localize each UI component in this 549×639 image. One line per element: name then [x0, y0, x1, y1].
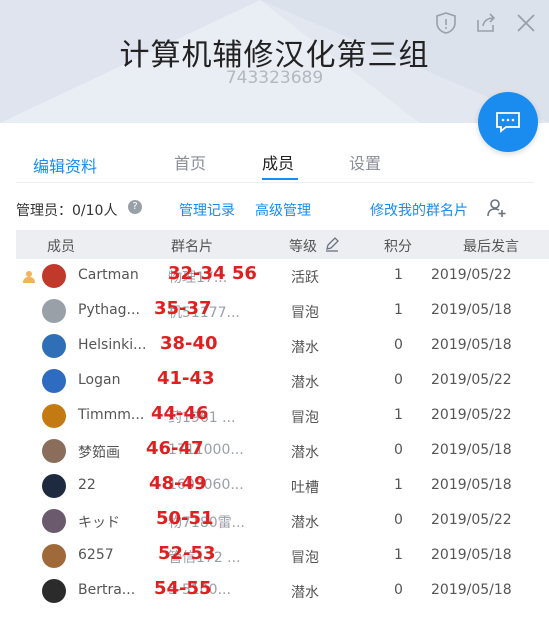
- red-annotation: 32-34 56: [168, 263, 257, 284]
- member-level: 潜水: [291, 340, 319, 356]
- owner-icon: [22, 269, 36, 287]
- avatar[interactable]: [42, 579, 66, 603]
- member-name: Pythag...: [78, 302, 140, 318]
- table-row[interactable]: Helsinki... 潜水 0 2019/05/18 38-40: [0, 329, 549, 364]
- member-last-speak: 2019/05/18: [431, 582, 512, 598]
- member-name: Cartman: [78, 267, 139, 283]
- table-row[interactable]: キッド 物7180雷... 潜水 0 2019/05/22 50-51: [0, 504, 549, 539]
- message-icon: [496, 112, 520, 133]
- avatar[interactable]: [42, 474, 66, 498]
- member-table-header: 成员 群名片 等级 积分 最后发言: [16, 230, 549, 259]
- member-points: 0: [394, 442, 403, 458]
- col-card[interactable]: 群名片: [171, 236, 213, 256]
- member-name: キッド: [78, 515, 120, 531]
- shield-icon[interactable]: [433, 10, 459, 36]
- member-toolbar: 管理员：0/10人 ? 管理记录 高级管理 修改我的群名片: [0, 198, 549, 220]
- red-annotation: 44-46: [151, 403, 209, 424]
- red-annotation: 41-43: [157, 368, 215, 389]
- avatar[interactable]: [42, 509, 66, 533]
- group-header: 计算机辅修汉化第三组 743323689: [0, 0, 549, 123]
- member-level: 吐槽: [291, 480, 319, 496]
- member-name: 6257: [78, 547, 114, 563]
- member-points: 0: [394, 582, 403, 598]
- member-level: 潜水: [291, 515, 319, 531]
- avatar[interactable]: [42, 369, 66, 393]
- red-annotation: 48-49: [149, 473, 207, 494]
- active-tab-indicator: [262, 178, 298, 180]
- tab-settings[interactable]: 设置: [349, 150, 381, 174]
- red-annotation: 38-40: [160, 333, 218, 354]
- member-points: 0: [394, 337, 403, 353]
- avatar[interactable]: [42, 544, 66, 568]
- member-last-speak: 2019/05/18: [431, 302, 512, 318]
- member-name: 梦筎画: [78, 445, 120, 461]
- member-level: 冒泡: [291, 305, 319, 321]
- member-level: 潜水: [291, 445, 319, 461]
- add-member-icon[interactable]: [486, 198, 508, 218]
- member-name: Logan: [78, 372, 121, 388]
- group-id: 743323689: [225, 68, 324, 88]
- member-points: 1: [394, 407, 403, 423]
- member-list: Cartman 物理17... 活跃 1 2019/05/22 32-34 56 Pytha…: [0, 259, 549, 609]
- member-last-speak: 2019/05/22: [431, 407, 512, 423]
- member-last-speak: 2019/05/18: [431, 442, 512, 458]
- table-row[interactable]: Timmm... 药1961 ... 冒泡 1 2019/05/22 44-46: [0, 399, 549, 434]
- member-points: 1: [394, 477, 403, 493]
- manager-count: 管理员：0/10人: [16, 203, 118, 219]
- member-level: 活跃: [291, 270, 319, 286]
- send-message-button[interactable]: [478, 92, 538, 152]
- avatar[interactable]: [42, 334, 66, 358]
- pencil-icon[interactable]: [324, 236, 340, 256]
- table-row[interactable]: Logan 潜水 0 2019/05/22 41-43: [0, 364, 549, 399]
- table-row[interactable]: 22 1603060... 吐槽 1 2019/05/18 48-49: [0, 469, 549, 504]
- avatar[interactable]: [42, 299, 66, 323]
- member-last-speak: 2019/05/22: [431, 512, 512, 528]
- col-level[interactable]: 等级: [289, 236, 317, 256]
- member-level: 冒泡: [291, 410, 319, 426]
- share-icon[interactable]: [473, 10, 499, 36]
- member-points: 1: [394, 547, 403, 563]
- avatar[interactable]: [42, 439, 66, 463]
- member-last-speak: 2019/05/22: [431, 267, 512, 283]
- red-annotation: 35-37: [154, 298, 212, 319]
- red-annotation: 52-53: [158, 543, 216, 564]
- avatar[interactable]: [42, 264, 66, 288]
- col-last-speak[interactable]: 最后发言: [463, 236, 519, 256]
- member-name: 22: [78, 477, 96, 493]
- col-member[interactable]: 成员: [47, 236, 75, 256]
- red-annotation: 46-47: [146, 438, 204, 459]
- member-level: 冒泡: [291, 550, 319, 566]
- table-row[interactable]: 梦筎画 1711000... 潜水 0 2019/05/18 46-47: [0, 434, 549, 469]
- avatar[interactable]: [42, 404, 66, 428]
- member-last-speak: 2019/05/18: [431, 477, 512, 493]
- tab-members[interactable]: 成员: [262, 150, 294, 174]
- table-row[interactable]: Pythag... 机51177... 冒泡 1 2019/05/18 35-37: [0, 294, 549, 329]
- help-icon[interactable]: ?: [128, 200, 142, 214]
- member-name: Bertra...: [78, 582, 136, 598]
- red-annotation: 54-55: [154, 578, 212, 599]
- manage-log-link[interactable]: 管理记录: [179, 200, 235, 220]
- member-points: 1: [394, 302, 403, 318]
- member-points: 1: [394, 267, 403, 283]
- member-points: 0: [394, 512, 403, 528]
- tab-home[interactable]: 首页: [174, 150, 206, 174]
- tab-divider: [16, 182, 534, 183]
- col-points[interactable]: 积分: [384, 236, 412, 256]
- member-last-speak: 2019/05/22: [431, 372, 512, 388]
- advanced-manage-link[interactable]: 高级管理: [255, 200, 311, 220]
- table-row[interactable]: Cartman 物理17... 活跃 1 2019/05/22 32-34 56: [0, 259, 549, 294]
- member-points: 0: [394, 372, 403, 388]
- member-last-speak: 2019/05/18: [431, 337, 512, 353]
- member-last-speak: 2019/05/18: [431, 547, 512, 563]
- table-row[interactable]: 6257 管信172 ... 冒泡 1 2019/05/18 52-53: [0, 539, 549, 574]
- member-name: Helsinki...: [78, 337, 147, 353]
- member-level: 潜水: [291, 585, 319, 601]
- red-annotation: 50-51: [156, 508, 214, 529]
- table-row[interactable]: Bertra... 5-5100... 潜水 0 2019/05/18 54-55: [0, 574, 549, 609]
- member-name: Timmm...: [78, 407, 145, 423]
- member-level: 潜水: [291, 375, 319, 391]
- tab-edit-profile[interactable]: 编辑资料: [33, 153, 97, 177]
- close-icon[interactable]: [513, 10, 539, 36]
- edit-my-card-link[interactable]: 修改我的群名片: [370, 200, 468, 220]
